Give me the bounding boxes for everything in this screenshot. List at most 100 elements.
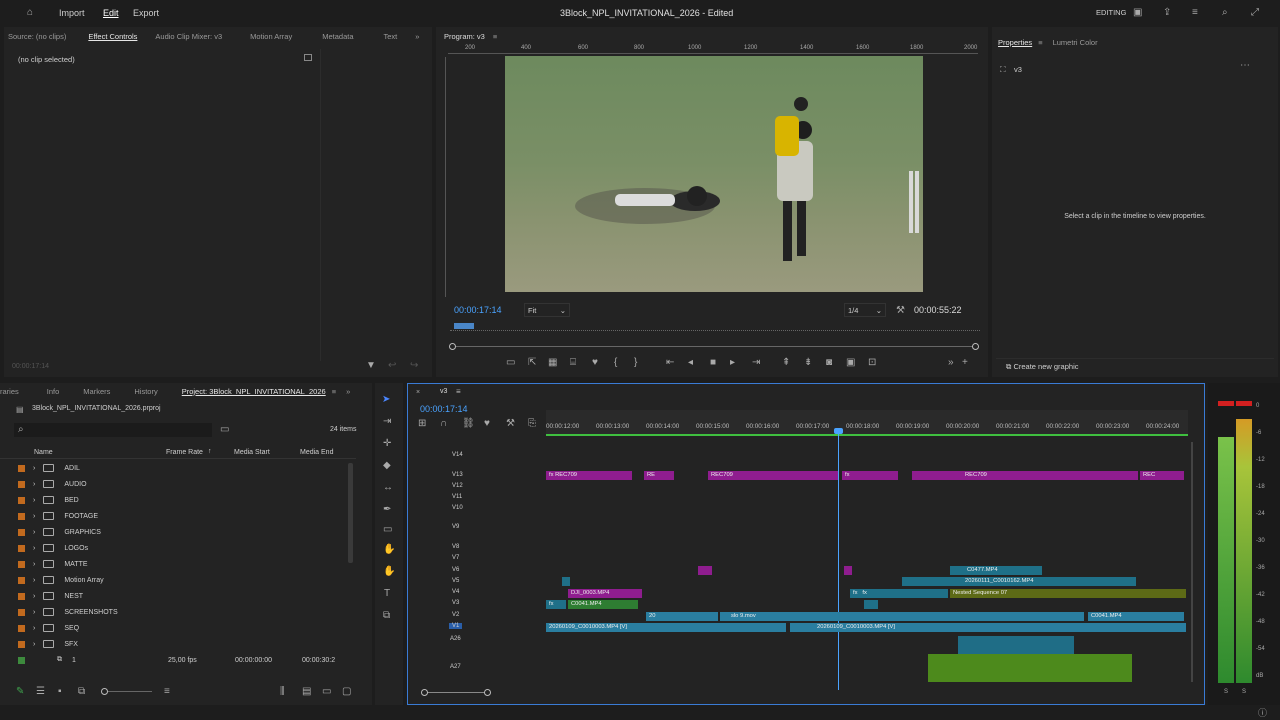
- clip-v3[interactable]: fx: [546, 600, 566, 609]
- chevron-right-icon[interactable]: ›: [33, 609, 35, 616]
- multicam-icon[interactable]: ▦: [548, 358, 557, 368]
- program-timecode[interactable]: 00:00:17:14: [454, 305, 502, 315]
- timeline-ruler[interactable]: 00:00:12:00 00:00:13:00 00:00:14:00 00:00:1…: [546, 410, 1188, 436]
- folder-row[interactable]: › Motion Array: [0, 572, 345, 588]
- zoom-handle-right[interactable]: [484, 689, 491, 696]
- camera-icon[interactable]: ◙: [826, 358, 832, 368]
- col-name[interactable]: Name: [34, 449, 53, 456]
- col-media-end[interactable]: Media End: [300, 449, 333, 456]
- mark-out-icon[interactable]: }: [634, 358, 637, 368]
- tab-motion-array[interactable]: Motion Array: [250, 32, 292, 41]
- project-overflow-icon[interactable]: »: [346, 387, 350, 396]
- clip-v5[interactable]: [902, 577, 950, 586]
- add-marker-icon[interactable]: ♥: [484, 419, 490, 429]
- solo-right[interactable]: S: [1242, 689, 1246, 695]
- folder-row[interactable]: › ADIL: [0, 460, 345, 476]
- folder-row[interactable]: › MATTE: [0, 556, 345, 572]
- filter-icon[interactable]: ▼: [366, 361, 376, 371]
- clip-adjustment[interactable]: fx: [842, 471, 898, 480]
- track-v11[interactable]: V11: [452, 494, 462, 500]
- folder-row[interactable]: › SCREENSHOTS: [0, 604, 345, 620]
- chevron-right-icon[interactable]: ›: [33, 625, 35, 632]
- lift-icon[interactable]: ⇞: [782, 358, 790, 368]
- project-search[interactable]: ⌕: [14, 423, 212, 437]
- meter-bar-right[interactable]: [1236, 419, 1252, 683]
- go-to-in-icon[interactable]: ⇤: [666, 358, 674, 368]
- playhead[interactable]: [838, 428, 839, 690]
- quality-dropdown[interactable]: 1/4 ⌄: [844, 303, 886, 317]
- chevron-right-icon[interactable]: ›: [33, 561, 35, 568]
- timeline-tab[interactable]: v3: [440, 388, 447, 395]
- menu-export[interactable]: Export: [133, 8, 159, 18]
- tab-info[interactable]: Info: [47, 387, 60, 396]
- track-v6[interactable]: V6: [452, 567, 459, 573]
- audio-clip-a27[interactable]: [928, 654, 1132, 682]
- nest-icon[interactable]: ⊞: [418, 419, 426, 429]
- track-a27[interactable]: A27: [450, 664, 461, 670]
- chevron-right-icon[interactable]: ›: [33, 529, 35, 536]
- track-v4[interactable]: V4: [452, 589, 459, 595]
- marker-icon[interactable]: ♥: [592, 358, 598, 368]
- panel-icon[interactable]: ▣: [1133, 8, 1142, 18]
- folder-row[interactable]: › LOGOs: [0, 540, 345, 556]
- clip-adjustment-re[interactable]: RE: [644, 471, 674, 480]
- clip-adjustment-rec709[interactable]: fx REC709: [546, 471, 632, 480]
- timeline-menu-icon[interactable]: ≡: [456, 387, 461, 396]
- clip-v2c[interactable]: [864, 612, 1084, 621]
- new-item-icon[interactable]: ▢: [342, 687, 351, 697]
- vertical-scrollbar[interactable]: [1191, 442, 1193, 682]
- mode-label[interactable]: EDITING: [1096, 8, 1126, 17]
- expand-icon[interactable]: [304, 54, 312, 61]
- tab-lumetri-color[interactable]: Lumetri Color: [1053, 38, 1098, 47]
- track-v1[interactable]: V1: [449, 623, 463, 629]
- track-v9[interactable]: V9: [452, 524, 459, 530]
- slider-handle[interactable]: [101, 688, 108, 695]
- track-a26[interactable]: A26: [450, 636, 461, 642]
- overflow-icon[interactable]: »: [948, 358, 954, 368]
- folder-row[interactable]: › AUDIO: [0, 476, 345, 492]
- new-item-folder-icon[interactable]: ▭: [322, 687, 331, 697]
- clip-c0041b[interactable]: C0041.MP4: [1088, 612, 1184, 621]
- chevron-right-icon[interactable]: ›: [33, 481, 35, 488]
- clip-v3b[interactable]: [864, 600, 878, 609]
- clip-c0041[interactable]: C0041.MP4: [568, 600, 638, 609]
- new-bin-icon[interactable]: ▭: [220, 425, 229, 435]
- zoom-handle-left[interactable]: [421, 689, 428, 696]
- type-icon[interactable]: T: [384, 589, 390, 599]
- list-view-icon[interactable]: ☰: [36, 687, 45, 697]
- track-v3[interactable]: V3: [452, 600, 459, 606]
- clip-dji[interactable]: DJI_0003.MP4: [568, 589, 642, 598]
- menu-icon[interactable]: ≡: [1192, 8, 1198, 18]
- monitor-scrubber[interactable]: [450, 323, 980, 331]
- slip-icon[interactable]: ↔: [383, 483, 393, 493]
- export-frame-icon[interactable]: ↩: [388, 361, 396, 371]
- folder-row[interactable]: › FOOTAGE: [0, 508, 345, 524]
- col-frame-rate[interactable]: Frame Rate: [166, 449, 203, 456]
- linked-selection-icon[interactable]: ⛓: [462, 419, 475, 429]
- settings-icon[interactable]: ⚒: [506, 419, 515, 429]
- tab-history[interactable]: History: [134, 387, 157, 396]
- clip-small[interactable]: [562, 577, 570, 586]
- menu-edit[interactable]: Edit: [103, 8, 119, 18]
- captions-icon[interactable]: ⧉: [383, 611, 390, 621]
- clip-v1b[interactable]: 20260109_C0010003.MP4 [V]: [790, 623, 1186, 632]
- track-v10[interactable]: V10: [452, 505, 463, 511]
- wrench-icon[interactable]: ⚒: [896, 306, 905, 316]
- tab-libraries[interactable]: raries: [0, 387, 19, 396]
- chevron-right-icon[interactable]: ›: [33, 577, 35, 584]
- vr-icon[interactable]: ⊡: [868, 358, 876, 368]
- clip-c0010162[interactable]: 20260111_C0010162.MP4: [950, 577, 1136, 586]
- zoom-bar[interactable]: [449, 343, 979, 350]
- clip-adjustment-rec[interactable]: REC: [1140, 471, 1184, 480]
- program-menu-icon[interactable]: ≡: [493, 32, 497, 41]
- chevron-right-icon[interactable]: ›: [33, 545, 35, 552]
- clip-v2a[interactable]: 20: [646, 612, 718, 621]
- zoom-slider[interactable]: [101, 688, 152, 695]
- rectangle-icon[interactable]: ▭: [383, 525, 392, 535]
- share-icon[interactable]: ⇪: [1163, 8, 1171, 18]
- chevron-right-icon[interactable]: ›: [33, 513, 35, 520]
- tab-properties[interactable]: Properties: [998, 38, 1032, 47]
- project-scrollbar[interactable]: [348, 463, 353, 563]
- tab-project[interactable]: Project: 3Block_NPL_INVITATIONAL_2026: [182, 387, 326, 396]
- more-options-icon[interactable]: ⋯: [1240, 61, 1250, 71]
